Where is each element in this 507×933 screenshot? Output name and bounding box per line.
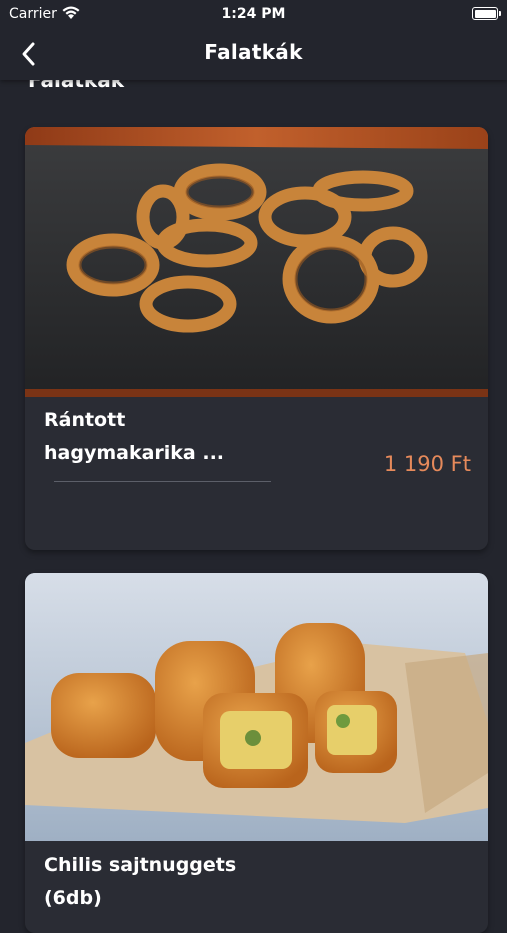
divider — [54, 481, 271, 482]
onion-rings-photo — [25, 127, 488, 397]
battery-icon — [472, 7, 501, 20]
cheese-nuggets-photo — [25, 573, 488, 841]
product-name-line: Chilis sajtnuggets — [44, 854, 237, 876]
product-name-line: Rántott — [44, 409, 126, 431]
product-name-line: (6db) — [44, 887, 102, 909]
clock: 1:24 PM — [221, 6, 286, 22]
product-price: 1 190 Ft — [383, 452, 471, 476]
page-title: Falatkák — [204, 40, 303, 64]
product-card[interactable]: Rántott hagymakarika ... 1 190 Ft — [25, 127, 488, 550]
product-name-line: hagymakarika ... — [44, 442, 225, 464]
status-bar: Carrier 1:24 PM — [0, 0, 507, 28]
product-name: Rántott hagymakarika ... — [44, 404, 304, 470]
product-name: Chilis sajtnuggets (6db) — [44, 849, 304, 915]
product-card[interactable]: Chilis sajtnuggets (6db) — [25, 573, 488, 933]
navigation-bar: Falatkák — [0, 28, 507, 80]
